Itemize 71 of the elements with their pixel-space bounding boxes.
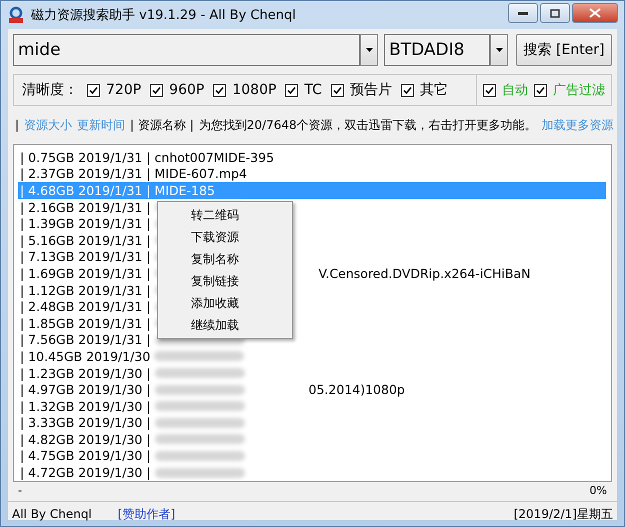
checkbox[interactable]	[400, 84, 414, 96]
result-info: | 4.82GB 2019/1/30 |	[20, 432, 151, 447]
dropdown-button[interactable]	[360, 34, 378, 66]
checkbox-label: 预告片	[350, 81, 392, 99]
result-info: | 4.75GB 2019/1/30 |	[20, 448, 151, 464]
checkbox-label: 广告过滤	[553, 82, 605, 99]
checkbox-label: 自动	[502, 82, 528, 99]
checkbox[interactable]	[285, 84, 298, 96]
column-label: | 资源名称 |	[130, 116, 194, 134]
menu-item[interactable]: 复制链接	[158, 270, 292, 292]
checkbox-label: 1080P	[232, 82, 276, 98]
dropdown-button[interactable]	[490, 34, 508, 66]
result-info: | 1.12GB 2019/1/31 |	[20, 282, 151, 298]
result-name: MIDE-607.mp4	[154, 166, 247, 182]
result-name: 05.2014)1080p	[308, 382, 405, 398]
result-info: | 3.33GB 2019/1/30 |	[20, 415, 151, 430]
result-info: | 2.37GB 2019/1/31 |	[20, 166, 151, 182]
dropdown-arrow-icon	[496, 48, 503, 52]
checkbox[interactable]	[483, 84, 496, 96]
result-message: 为您找到20/7648个资源，双击迅雷下载，右击打开更多功能。	[198, 116, 537, 134]
result-info: | 4.97GB 2019/1/30 |	[20, 382, 151, 398]
result-info: | 1.23GB 2019/1/30 |	[20, 366, 151, 381]
checkbox[interactable]	[213, 84, 226, 96]
sponsor-link[interactable]: [赞助作者]	[118, 506, 176, 522]
result-info: | 1.85GB 2019/1/31 |	[20, 316, 151, 331]
result-info: | 4.72GB 2019/1/30 |	[20, 465, 151, 480]
progress-percent: 0%	[590, 484, 607, 499]
result-name: V.Censored.DVDRip.x264-iCHiBaN	[318, 266, 530, 281]
resolution-label: 清晰度：	[22, 81, 78, 99]
result-info: | 5.16GB 2019/1/31 |	[20, 232, 151, 248]
divider-text: |	[15, 118, 20, 132]
result-name: MIDE-185	[154, 182, 215, 198]
result-info: | 10.45GB 2019/1/30	[20, 348, 150, 364]
checkbox-label: 其它	[420, 81, 448, 99]
result-info: | 7.56GB 2019/1/31 |	[20, 332, 151, 348]
result-info: | 1.39GB 2019/1/31 |	[20, 216, 151, 232]
checkbox[interactable]	[87, 84, 100, 96]
checkbox-label: TC	[304, 82, 322, 98]
result-info: | 7.13GB 2019/1/31 |	[20, 249, 151, 264]
source-field[interactable]: BTDADI8	[384, 34, 490, 66]
maximize-icon	[550, 8, 560, 18]
menu-item[interactable]: 继续加载	[158, 314, 292, 336]
result-info: | 0.75GB 2019/1/31 |	[20, 150, 151, 165]
minimize-button[interactable]	[508, 3, 538, 23]
checkbox[interactable]	[534, 84, 547, 96]
close-icon	[589, 8, 601, 18]
result-info: | 1.69GB 2019/1/31 |	[20, 266, 151, 281]
author-text: All By Chenql	[12, 507, 92, 521]
result-info: | 4.68GB 2019/1/31 |	[20, 182, 151, 198]
checkbox-label: 720P	[106, 82, 142, 98]
menu-item[interactable]: 添加收藏	[158, 292, 292, 314]
search-button[interactable]: 搜索 [Enter]	[516, 34, 612, 66]
checkbox[interactable]	[330, 84, 344, 96]
app-icon	[7, 6, 25, 24]
menu-item[interactable]: 转二维码	[158, 204, 292, 226]
progress-dash: -	[18, 484, 22, 499]
window-title: 磁力资源搜索助手 v19.1.29 - All By Chenql	[31, 7, 296, 24]
close-button[interactable]	[572, 3, 618, 23]
minimize-icon	[518, 12, 528, 14]
checkbox[interactable]	[150, 84, 164, 96]
result-info: | 1.32GB 2019/1/30 |	[20, 398, 151, 414]
menu-item[interactable]: 下载资源	[158, 226, 292, 248]
status-date: [2019/2/1]星期五	[514, 506, 613, 522]
checkbox-label: 960P	[169, 82, 204, 98]
result-name: cnhot007MIDE-395	[154, 150, 274, 165]
result-info: | 2.16GB 2019/1/31 |	[20, 200, 151, 215]
result-info: | 2.48GB 2019/1/31 |	[20, 299, 151, 314]
search-field[interactable]: mide	[13, 34, 360, 66]
menu-item[interactable]: 复制名称	[158, 248, 292, 270]
dropdown-arrow-icon	[366, 48, 373, 52]
maximize-button[interactable]	[540, 3, 570, 23]
